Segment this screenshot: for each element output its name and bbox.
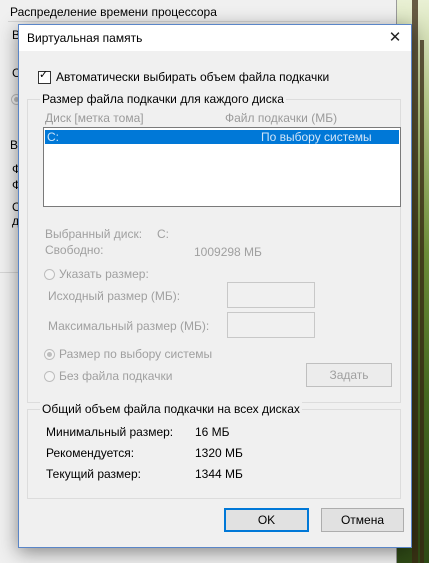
cancel-button[interactable]: Отмена [321,508,404,532]
ok-button[interactable]: OK [224,508,309,532]
column-header-size[interactable]: Файл подкачки (МБ) [225,111,337,125]
checkbox-icon[interactable]: ✓ [38,68,51,84]
free-space-value: 1009298 МБ [194,245,262,259]
initial-size-input[interactable] [227,282,315,308]
recommended-value: 1320 МБ [195,446,243,460]
recommended-label: Рекомендуется: [46,446,135,460]
min-size-value: 16 МБ [195,425,230,439]
cpu-scheduling-title: Распределение времени процессора [10,5,217,19]
background-text: В [10,138,19,152]
current-size-value: 1344 МБ [195,467,243,481]
per-drive-group-title: Размер файла подкачки для каждого диска [40,92,286,106]
radio-icon[interactable] [44,371,55,383]
min-size-label: Минимальный размер: [46,425,174,439]
no-paging-radio[interactable]: Без файла подкачки [44,369,172,383]
current-size-label: Текущий размер: [46,467,141,481]
close-icon[interactable]: ✕ [379,25,411,51]
max-size-input[interactable] [227,312,315,338]
system-managed-radio[interactable]: Размер по выбору системы [44,347,212,361]
no-paging-label: Без файла подкачки [59,369,173,383]
max-size-label: Максимальный размер (МБ): [48,319,210,333]
virtual-memory-dialog: Виртуальная память ✕ ✓ Автоматически выб… [18,24,412,548]
set-button[interactable]: Задать [306,363,392,387]
tree-trunk [420,40,424,563]
free-space-label: Свободно: [45,243,104,257]
auto-manage-label: Автоматически выбирать объем файла подка… [56,70,330,84]
system-managed-label: Размер по выбору системы [59,347,213,361]
group-border [0,272,18,273]
auto-manage-checkbox[interactable]: ✓ Автоматически выбирать объем файла под… [38,68,330,84]
initial-size-label: Исходный размер (МБ): [48,289,181,303]
total-group-title: Общий объем файла подкачки на всех диска… [40,402,302,416]
title-bar[interactable]: Виртуальная память ✕ [19,25,411,51]
radio-icon[interactable] [44,349,55,361]
checkmark-icon: ✓ [39,68,49,81]
drive-list[interactable]: C: По выбору системы [43,127,401,207]
drive-letter: C: [47,130,59,144]
drive-paging-size: По выбору системы [261,130,372,144]
group-border [8,21,380,22]
dialog-title: Виртуальная память [27,31,143,45]
custom-size-radio[interactable]: Указать размер: [44,267,149,281]
selected-drive-value: C: [157,227,169,241]
selected-drive-label: Выбранный диск: [45,227,143,241]
column-header-drive[interactable]: Диск [метка тома] [45,111,144,125]
radio-icon[interactable] [44,269,55,281]
drive-list-row[interactable]: C: По выбору системы [45,130,399,144]
custom-size-label: Указать размер: [59,267,149,281]
tree-trunk [412,0,418,563]
